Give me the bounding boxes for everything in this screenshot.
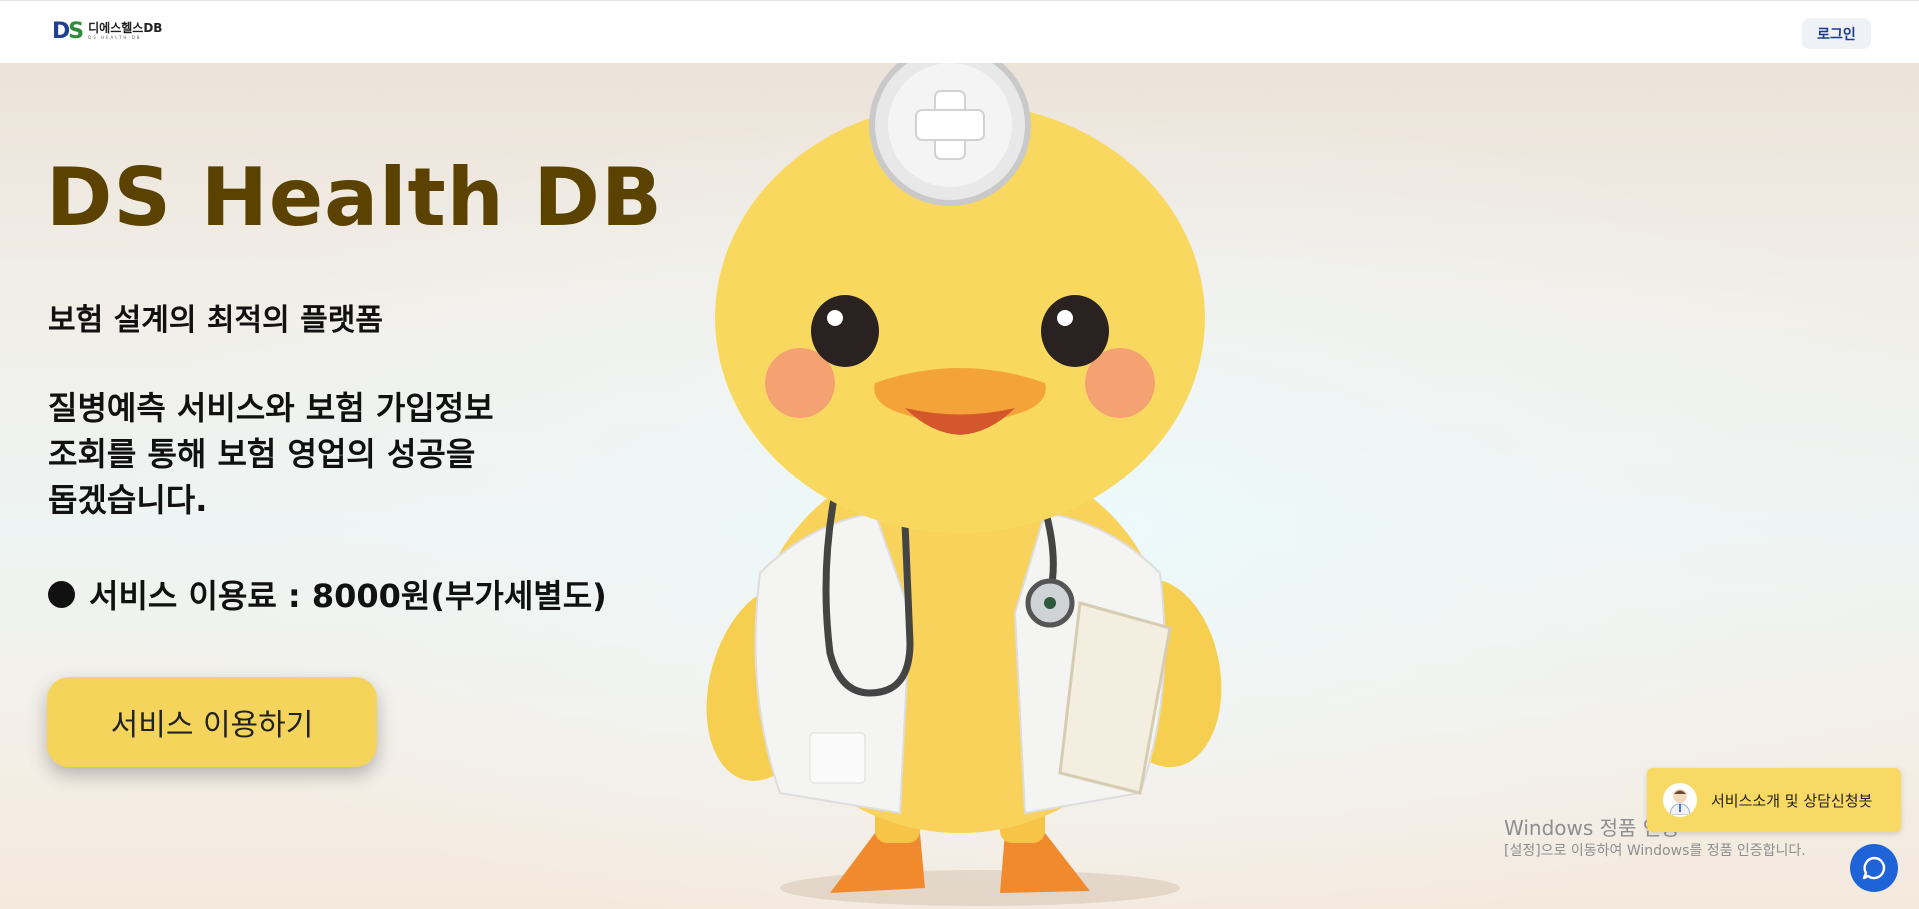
description-line: 돕겠습니다. <box>48 481 208 519</box>
doctor-duck-illustration <box>706 63 1222 906</box>
top-navigation-bar: DS 디에스헬스DB DS HEALTH DB 로그인 <box>0 0 1919 63</box>
logo-subtext: DS HEALTH DB <box>88 35 142 40</box>
chatbot-banner-label: 서비스소개 및 상담신청봇 <box>1711 791 1873 810</box>
chat-bubble-icon <box>1862 856 1886 880</box>
use-service-button[interactable]: 서비스 이용하기 <box>47 677 377 767</box>
description-line: 조회를 통해 보험 영업의 성공을 <box>48 435 476 473</box>
service-fee-text: 서비스 이용료 : 8000원(부가세별도) <box>89 577 607 615</box>
chatbot-banner[interactable]: 서비스소개 및 상담신청봇 <box>1647 768 1901 832</box>
chat-button[interactable] <box>1850 844 1898 892</box>
description-line: 질병예측 서비스와 보험 가입정보 <box>48 389 494 427</box>
bullet-dot-icon <box>48 580 75 608</box>
logo-name: 디에스헬스DB <box>88 21 163 35</box>
hero-section: DS Health DB 보험 설계의 최적의 플랫폼 질병예측 서비스와 보험… <box>0 63 1919 909</box>
doctor-avatar-icon <box>1663 783 1697 817</box>
logo-mark: DS <box>52 18 84 44</box>
site-logo[interactable]: DS 디에스헬스DB DS HEALTH DB <box>52 18 162 44</box>
hero-title: DS Health DB <box>46 151 663 244</box>
hero-description: 질병예측 서비스와 보험 가입정보 조회를 통해 보험 영업의 성공을 돕겠습니… <box>48 385 494 523</box>
hero-subtitle: 보험 설계의 최적의 플랫폼 <box>48 303 383 338</box>
activation-message: [설정]으로 이동하여 Windows를 정품 인증합니다. <box>1504 843 1806 859</box>
login-button[interactable]: 로그인 <box>1802 18 1871 49</box>
service-fee: 서비스 이용료 : 8000원(부가세별도) <box>48 571 607 617</box>
